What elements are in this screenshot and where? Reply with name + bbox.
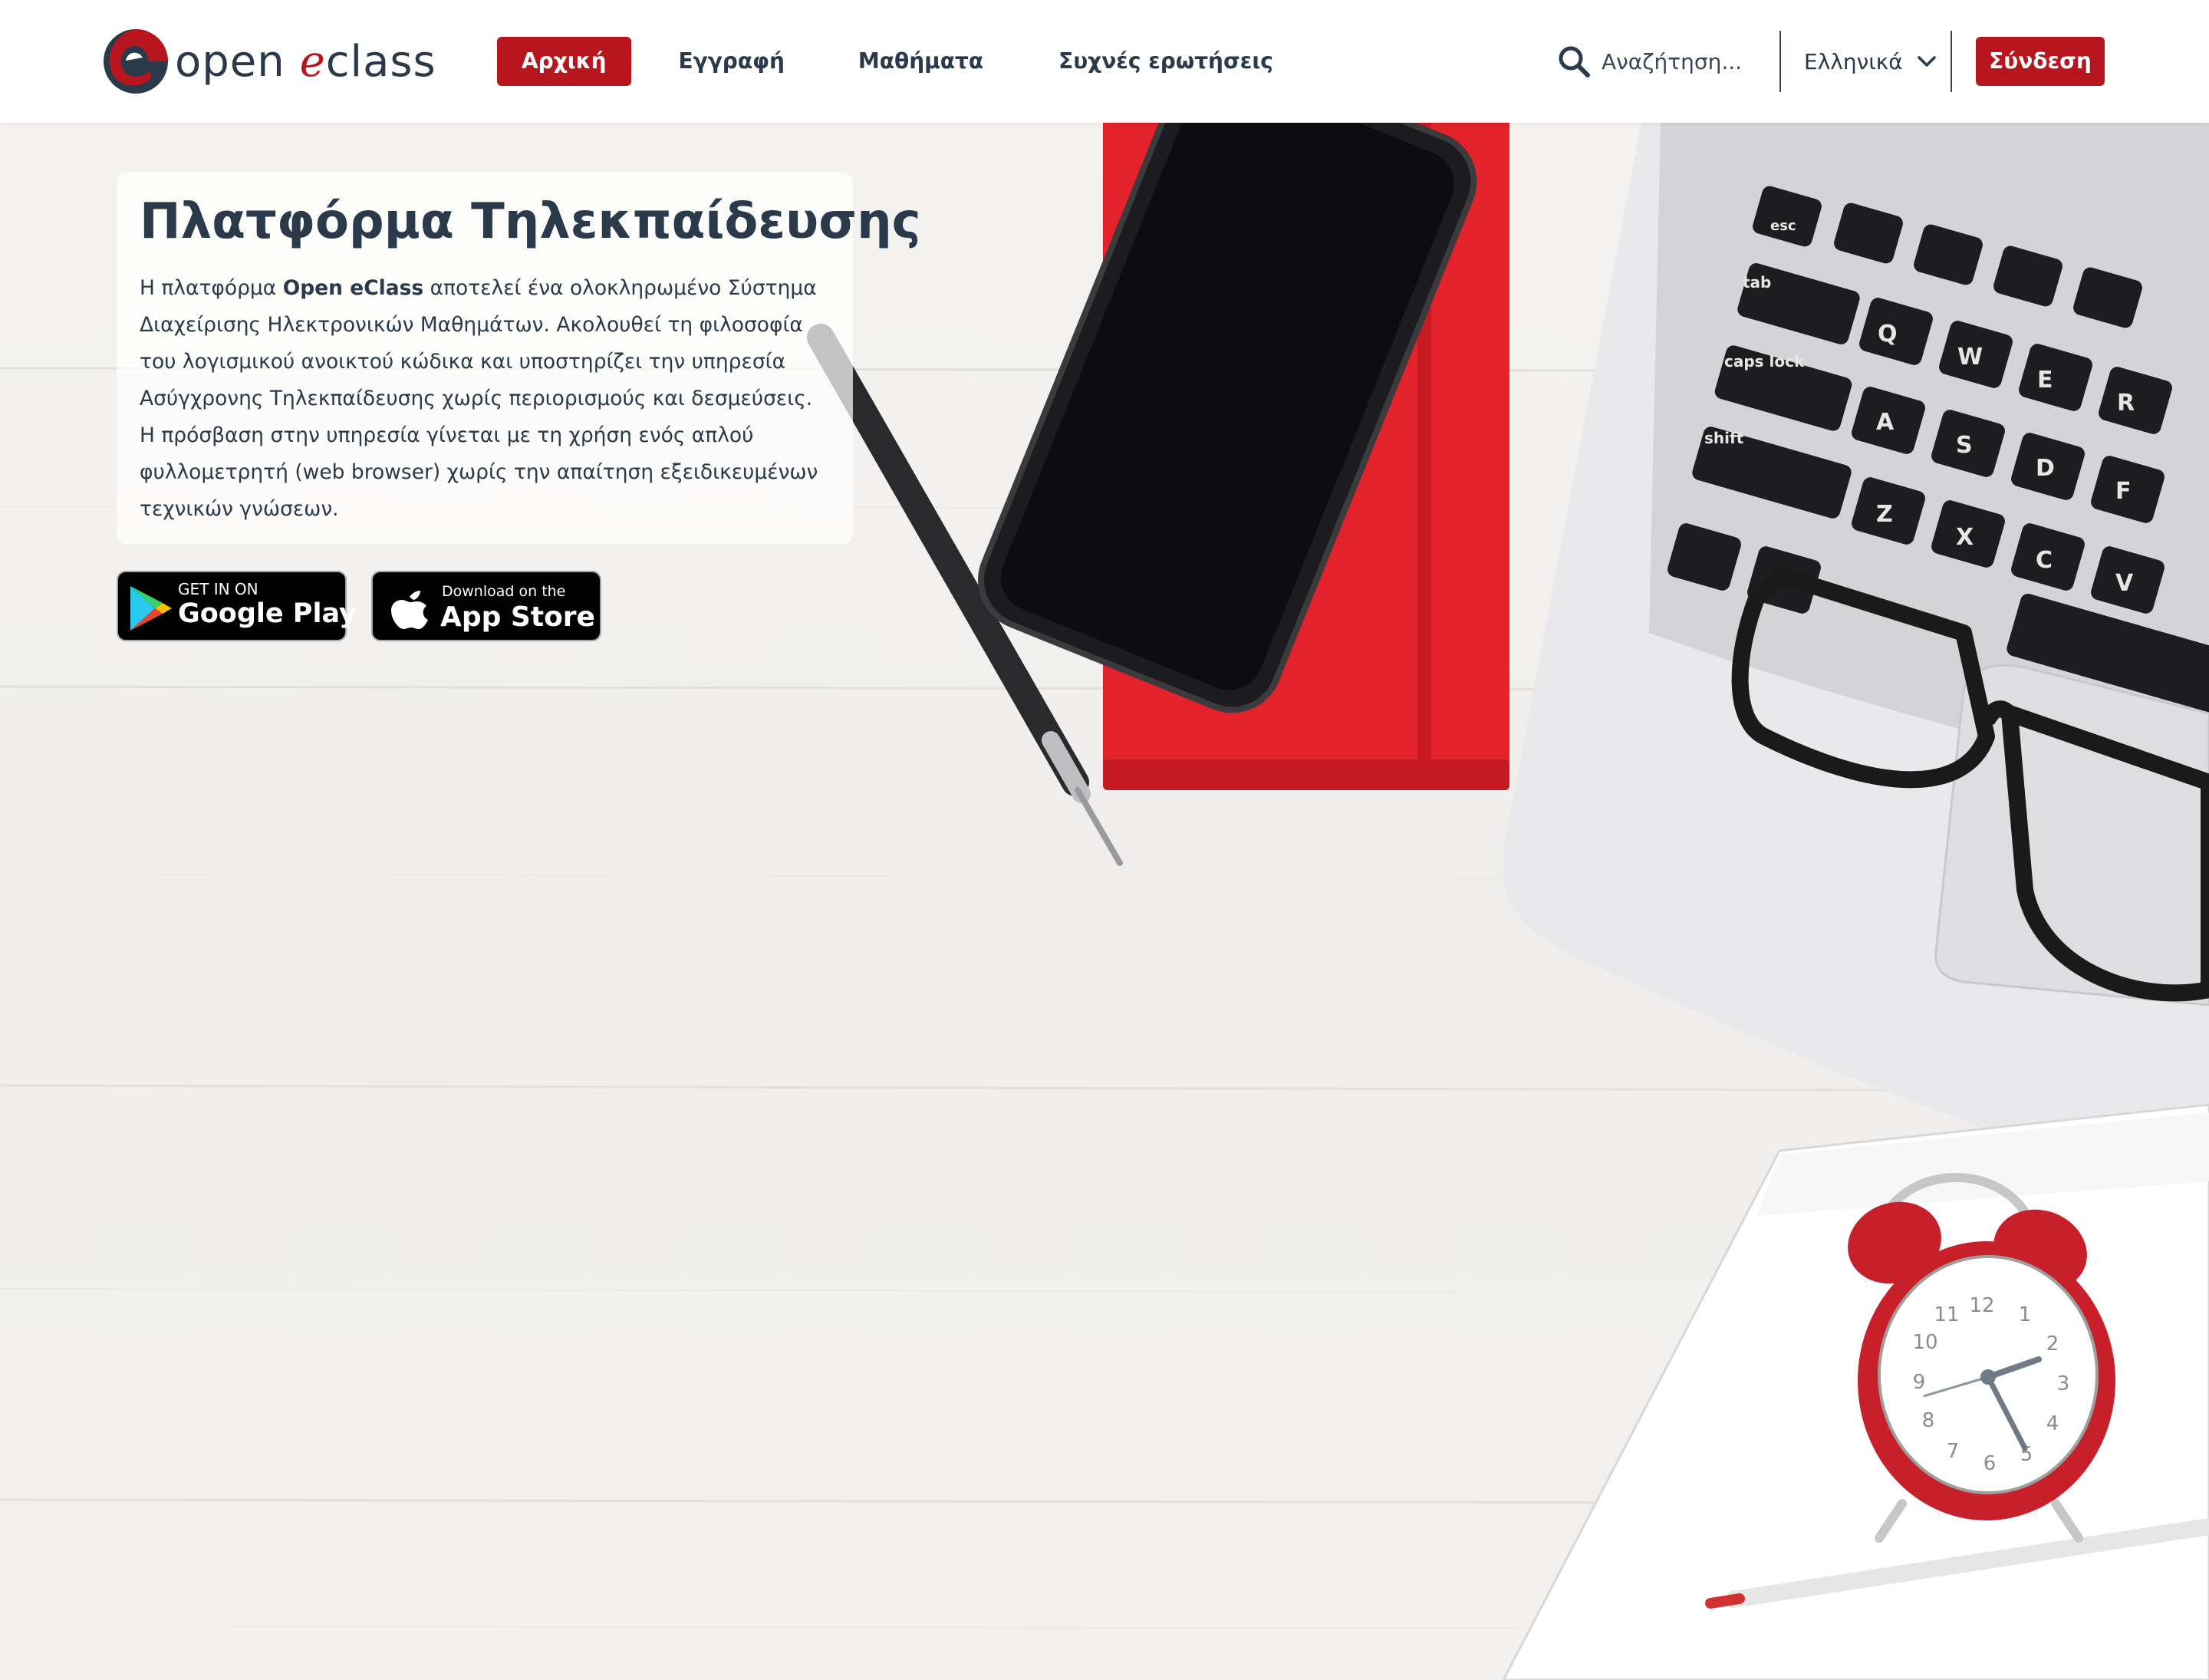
google-badge-title: Google Play [178, 598, 357, 629]
page-title: Πλατφόρμα Τηλεκπαίδευσης [140, 193, 921, 250]
logo-text-e: e [299, 36, 326, 87]
key-label: F [2115, 478, 2132, 505]
chevron-down-icon [1917, 56, 1936, 67]
language-selector[interactable]: Ελληνικά [1804, 38, 1937, 84]
google-badge-small-text: GET IN ON [178, 580, 258, 598]
key-label: E [2037, 367, 2053, 394]
clock-number: 3 [2057, 1372, 2070, 1395]
apple-badge-title: App Store [440, 601, 595, 633]
key-label: Q [1878, 321, 1898, 348]
key-label: X [1956, 524, 1974, 551]
key-label: R [2117, 390, 2135, 417]
search-input[interactable] [1602, 48, 1747, 74]
main-nav: Αρχική Εγγραφή Μαθήματα Συχνές ερωτήσεις [497, 37, 1273, 86]
clock-number: 8 [1922, 1409, 1935, 1432]
description-text-end: αποτελεί ένα ολοκληρωμένο Σύστημα Διαχεί… [140, 276, 818, 521]
clock-number: 4 [2046, 1412, 2059, 1435]
apple-icon [391, 591, 428, 629]
platform-description: Η πλατφόρμα Open eClass αποτελεί ένα ολο… [140, 270, 830, 528]
key-label: V [2115, 570, 2134, 597]
key-label: A [1876, 409, 1895, 436]
google-play-icon [130, 586, 172, 631]
logo-text-class: class [325, 36, 436, 87]
header-divider [1951, 31, 1952, 92]
key-label: W [1957, 344, 1983, 371]
logo-text-open: open [175, 36, 285, 87]
logo-wordmark: open eclass [175, 37, 436, 87]
language-selected-label: Ελληνικά [1804, 48, 1903, 74]
clock-number: 9 [1913, 1371, 1926, 1394]
key-label: C [2036, 547, 2053, 574]
key-label: esc [1770, 218, 1796, 234]
search-box[interactable] [1557, 38, 1747, 84]
clock-number: 6 [1983, 1452, 1997, 1475]
nav-item-faq[interactable]: Συχνές ερωτήσεις [1058, 37, 1273, 86]
nav-item-register[interactable]: Εγγραφή [679, 37, 785, 86]
clock-number: 7 [1947, 1440, 1960, 1463]
clock-number: 1 [2019, 1303, 2032, 1326]
key-label: shift [1704, 429, 1744, 447]
clock-number: 12 [1969, 1294, 1994, 1317]
key-label: tab [1743, 273, 1771, 292]
app-store-badge[interactable]: Download on the App Store [371, 571, 601, 641]
key-label: S [1956, 432, 1973, 459]
nav-item-courses[interactable]: Μαθήματα [858, 37, 983, 86]
description-brand-name: Open eClass [282, 276, 424, 300]
key-label: caps lock [1724, 352, 1805, 371]
nav-item-home[interactable]: Αρχική [497, 37, 631, 86]
site-header: open eclass Αρχική Εγγραφή Μαθήματα Συχν… [0, 0, 2209, 123]
google-play-badge[interactable]: GET IN ON Google Play [117, 571, 357, 641]
clock-number: 10 [1912, 1331, 1937, 1354]
eclass-logo-icon [104, 29, 168, 94]
header-divider [1779, 31, 1781, 92]
platform-info-card: Πλατφόρμα Τηλεκπαίδευσης Η πλατφόρμα Ope… [117, 172, 921, 545]
clock-number: 2 [2046, 1332, 2059, 1356]
clock-number: 11 [1934, 1303, 1959, 1326]
description-text-start: Η πλατφόρμα [140, 276, 283, 300]
key-label: D [2036, 455, 2055, 482]
open-eclass-logo[interactable]: open eclass [103, 28, 436, 95]
login-button[interactable]: Σύνδεση [1976, 37, 2105, 86]
key-label: Z [1876, 501, 1893, 528]
search-icon[interactable] [1557, 44, 1591, 78]
apple-badge-small-text: Download on the [442, 583, 566, 600]
